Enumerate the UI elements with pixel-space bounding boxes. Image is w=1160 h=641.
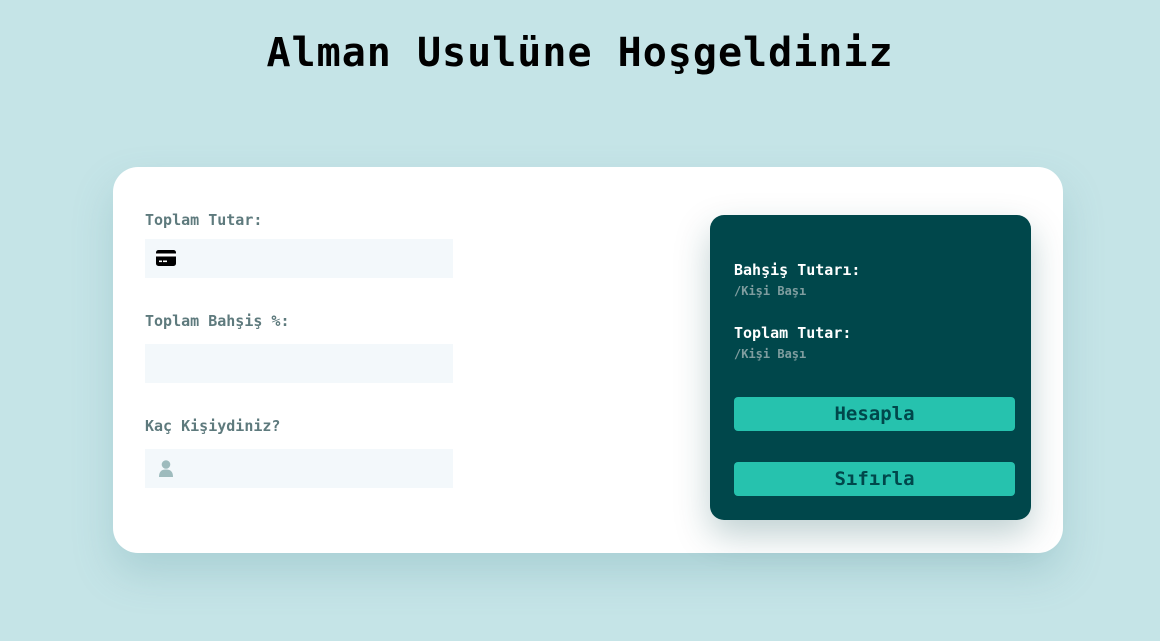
tip-amount-per-person: /Kişi Başı (734, 284, 807, 298)
total-amount-input[interactable] (145, 239, 453, 278)
people-count-label: Kaç Kişiydiniz? (145, 417, 281, 435)
people-count-input[interactable] (145, 449, 453, 488)
reset-button[interactable]: Sıfırla (734, 462, 1015, 496)
person-icon (156, 458, 176, 478)
total-amount-result-label: Toplam Tutar: (734, 324, 852, 342)
page-title: Alman Usulüne Hoşgeldiniz (266, 30, 894, 76)
tip-amount-label: Bahşiş Tutarı: (734, 261, 861, 279)
calculate-button[interactable]: Hesapla (734, 397, 1015, 431)
credit-card-icon (156, 248, 176, 268)
total-amount-per-person: /Kişi Başı (734, 347, 807, 361)
tip-percent-input[interactable] (145, 344, 453, 383)
tip-percent-label: Toplam Bahşiş %: (145, 312, 290, 330)
total-amount-label: Toplam Tutar: (145, 211, 263, 229)
result-panel: Bahşiş Tutarı: /Kişi Başı Toplam Tutar: … (710, 215, 1031, 520)
calculator-card: Toplam Tutar: Toplam Bahşiş %: Kaç Kişiy… (113, 167, 1063, 553)
